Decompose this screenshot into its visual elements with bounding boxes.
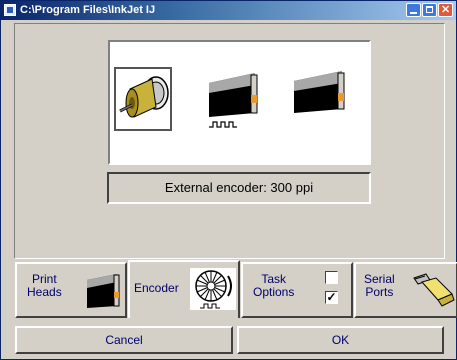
internal-pulse-option[interactable] (207, 67, 265, 131)
internal-no-encoder-option[interactable] (288, 67, 346, 131)
title-bar[interactable]: C:\Program Files\InkJet IJ (1, 1, 456, 20)
ok-button[interactable]: OK (237, 326, 444, 354)
tab-serial-ports-label-line2: Ports (365, 285, 394, 299)
tab-print-heads-label: Print Heads (27, 273, 62, 299)
tab-encoder[interactable]: Encoder (128, 260, 240, 318)
tab-task-options[interactable]: Task Options ✓ (241, 262, 353, 318)
app-icon (4, 4, 16, 16)
close-button[interactable] (438, 3, 453, 17)
window-title: C:\Program Files\InkJet IJ (20, 4, 156, 16)
tab-serial-ports-label: Serial Ports (364, 273, 395, 299)
minimize-button[interactable] (406, 3, 421, 17)
encoder-status: External encoder: 300 ppi (107, 172, 371, 204)
serial-cable-icon (413, 273, 455, 307)
tab-encoder-label: Encoder (134, 281, 179, 295)
tab-task-options-label: Task Options (253, 273, 294, 299)
maximize-button[interactable] (422, 3, 437, 17)
external-encoder-option[interactable] (114, 67, 172, 131)
print-head-pulse-icon (209, 73, 258, 128)
encoder-wheel-icon (190, 268, 236, 310)
tab-print-heads-label-line2: Heads (27, 285, 62, 299)
task-option-checkbox-2[interactable]: ✓ (325, 291, 338, 304)
encoder-status-text: External encoder: 300 ppi (164, 180, 314, 195)
shaft-encoder-icon (119, 76, 169, 118)
print-head-icon (294, 71, 345, 113)
app-window: C:\Program Files\InkJet IJ ✕ External en… (0, 0, 457, 360)
task-option-checkbox-1[interactable] (325, 271, 338, 284)
tab-serial-ports[interactable]: Serial Ports (354, 262, 457, 318)
print-head-small-icon (87, 274, 120, 308)
cancel-button[interactable]: Cancel (15, 326, 233, 354)
tab-print-heads[interactable]: Print Heads (15, 262, 127, 318)
tab-task-options-label-line2: Options (253, 285, 295, 299)
